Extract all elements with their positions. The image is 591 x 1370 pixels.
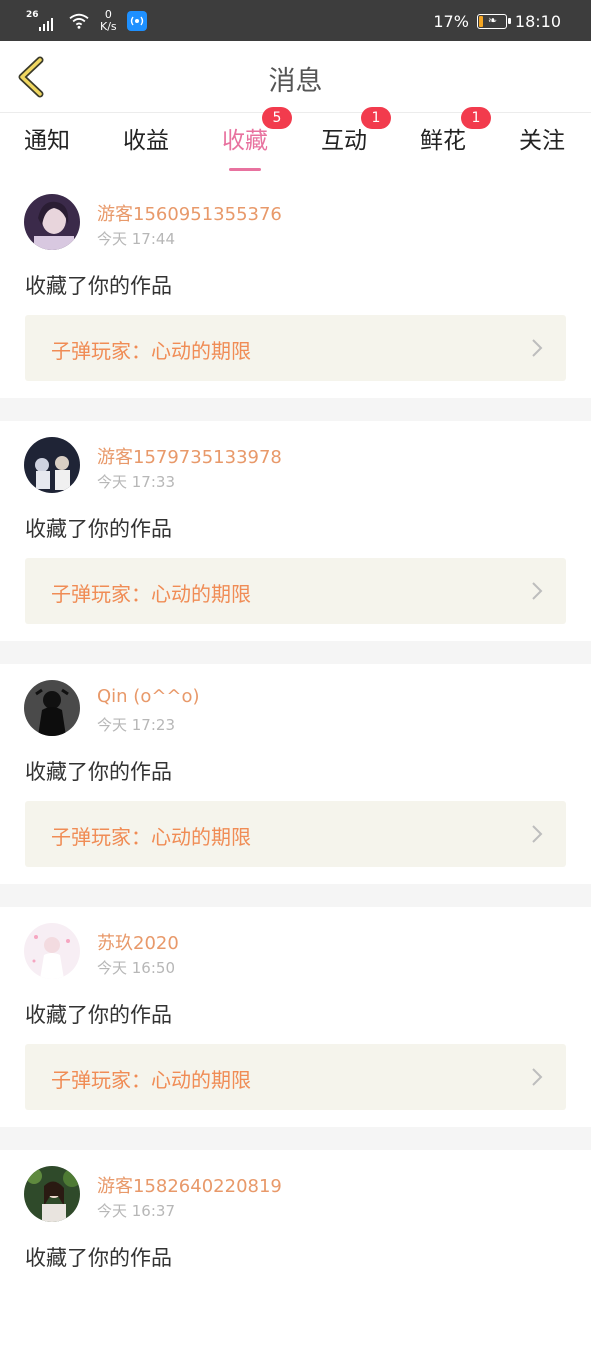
message-list: 游客1560951355376 今天 17:44 收藏了你的作品 子弹玩家：心动… [0, 178, 591, 1370]
timestamp: 今天 17:23 [97, 716, 175, 734]
work-link[interactable]: 子弹玩家：心动的期限 [25, 801, 566, 867]
tab-interactions[interactable]: 互动 1 [321, 107, 391, 165]
battery-icon: ❧ [476, 13, 511, 29]
speed-unit: K/s [100, 20, 117, 33]
list-item: Qin (o^^o) 今天 17:23 收藏了你的作品 子弹玩家：心动的期限 [0, 664, 591, 884]
list-item: 游客1560951355376 今天 17:44 收藏了你的作品 子弹玩家：心动… [0, 178, 591, 398]
work-title: 子弹玩家：心动的期限 [51, 825, 251, 849]
tab-label: 通知 [24, 128, 70, 154]
divider [0, 641, 591, 664]
username[interactable]: 游客1579735133978 [97, 443, 282, 469]
work-title: 子弹玩家：心动的期限 [51, 1068, 251, 1092]
username[interactable]: 游客1582640220819 [97, 1172, 282, 1198]
avatar[interactable] [24, 194, 80, 250]
username[interactable]: 苏玖2020 [97, 929, 179, 955]
divider [0, 398, 591, 421]
username[interactable]: 游客1560951355376 [97, 200, 282, 226]
chevron-right-icon [532, 582, 543, 600]
tab-favorites[interactable]: 收藏 5 [222, 107, 292, 171]
wifi-icon [69, 13, 89, 29]
cellular-signal-icon: 26 [26, 10, 58, 32]
divider [0, 1127, 591, 1150]
avatar[interactable] [24, 1166, 80, 1222]
tab-label: 收藏 [222, 128, 268, 154]
timestamp: 今天 17:44 [97, 230, 175, 248]
status-bar: 26 0 K/s 17% ❧ 18:10 [0, 0, 591, 41]
action-text: 收藏了你的作品 [25, 517, 172, 541]
network-speed: 0 K/s [100, 9, 117, 33]
chevron-right-icon [532, 825, 543, 843]
battery-percent: 17% [433, 11, 469, 31]
unread-badge: 1 [461, 107, 491, 129]
tab-earnings[interactable]: 收益 [123, 121, 169, 165]
tab-label: 关注 [519, 128, 565, 154]
timestamp: 今天 16:37 [97, 1202, 175, 1220]
list-item: 游客1582640220819 今天 16:37 收藏了你的作品 [0, 1150, 591, 1370]
work-title: 子弹玩家：心动的期限 [51, 582, 251, 606]
work-link[interactable]: 子弹玩家：心动的期限 [25, 315, 566, 381]
unread-badge: 1 [361, 107, 391, 129]
list-item: 游客1579735133978 今天 17:33 收藏了你的作品 子弹玩家：心动… [0, 421, 591, 641]
timestamp: 今天 17:33 [97, 473, 175, 491]
chevron-right-icon [532, 339, 543, 357]
clock: 18:10 [514, 11, 561, 31]
username[interactable]: Qin (o^^o) [97, 686, 200, 707]
network-label: 26 [26, 10, 39, 20]
avatar[interactable] [24, 680, 80, 736]
work-link[interactable]: 子弹玩家：心动的期限 [25, 1044, 566, 1110]
active-tab-indicator [229, 168, 261, 171]
work-title: 子弹玩家：心动的期限 [51, 339, 251, 363]
chevron-right-icon [532, 1068, 543, 1086]
action-text: 收藏了你的作品 [25, 274, 172, 298]
action-text: 收藏了你的作品 [25, 1246, 172, 1270]
unread-badge: 5 [262, 107, 292, 129]
tab-following[interactable]: 关注 [519, 121, 565, 165]
action-text: 收藏了你的作品 [25, 760, 172, 784]
app-notification-icon [126, 11, 147, 31]
divider [0, 884, 591, 907]
action-text: 收藏了你的作品 [25, 1003, 172, 1027]
page-title: 消息 [268, 66, 323, 97]
list-item: 苏玖2020 今天 16:50 收藏了你的作品 子弹玩家：心动的期限 [0, 907, 591, 1127]
avatar[interactable] [24, 923, 80, 979]
navbar: 消息 [0, 41, 591, 113]
timestamp: 今天 16:50 [97, 959, 175, 977]
avatar[interactable] [24, 437, 80, 493]
tab-bar: 通知 收益 收藏 5 互动 1 鲜花 1 关注 [0, 107, 591, 171]
tab-label: 收益 [123, 128, 169, 154]
work-link[interactable]: 子弹玩家：心动的期限 [25, 558, 566, 624]
tab-label: 互动 [321, 128, 367, 154]
tab-label: 鲜花 [420, 128, 466, 154]
tab-notifications[interactable]: 通知 [24, 121, 70, 165]
tab-flowers[interactable]: 鲜花 1 [420, 107, 491, 165]
